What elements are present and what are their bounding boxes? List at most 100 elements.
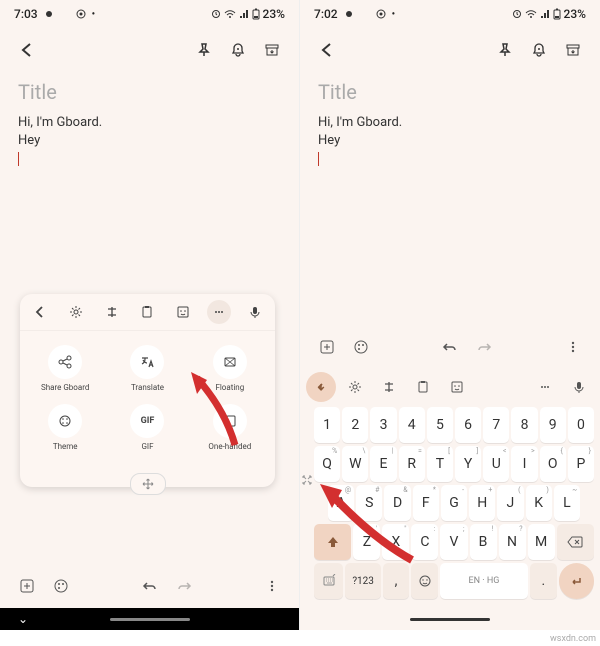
nav-pill[interactable] — [410, 618, 490, 621]
clipboard-icon[interactable] — [408, 372, 438, 402]
key-e[interactable]: E| — [370, 446, 396, 482]
pin-button[interactable] — [488, 33, 522, 67]
key-m[interactable]: M — [528, 524, 555, 560]
dot-separator: • — [392, 9, 396, 20]
text-cursor — [318, 152, 319, 166]
emoji-key[interactable] — [411, 563, 438, 599]
keyboard-toolbar — [300, 369, 600, 405]
panel-toolbar — [20, 294, 275, 331]
carrier-icon — [76, 9, 86, 19]
palette-button[interactable] — [44, 569, 78, 603]
note-body[interactable]: Title Hi, I'm Gboard. Hey — [0, 72, 299, 177]
key-u[interactable]: U< — [483, 446, 509, 482]
more-button[interactable] — [556, 330, 590, 364]
translate-item[interactable]: Translate — [106, 341, 188, 396]
moon-icon — [360, 9, 370, 19]
key-6[interactable]: 6 — [455, 407, 481, 443]
text-select-icon[interactable] — [100, 300, 124, 324]
period-key[interactable]: . — [530, 563, 557, 599]
key-n[interactable]: N? — [499, 524, 526, 560]
redo-button[interactable] — [167, 569, 201, 603]
key-0[interactable]: 0 — [568, 407, 594, 443]
key-t[interactable]: T[ — [427, 446, 453, 482]
settings-icon[interactable] — [340, 372, 370, 402]
key-c[interactable]: C: — [411, 524, 438, 560]
key-h[interactable]: H+ — [469, 485, 495, 521]
share-gboard-item[interactable]: Share Gboard — [24, 341, 106, 396]
pin-button[interactable] — [187, 33, 221, 67]
key-x[interactable]: X" — [382, 524, 409, 560]
more-options-icon[interactable] — [530, 372, 560, 402]
key-a[interactable]: A@ — [328, 485, 354, 521]
nav-pill[interactable] — [110, 618, 190, 621]
key-3[interactable]: 3 — [370, 407, 396, 443]
key-r[interactable]: R= — [399, 446, 425, 482]
key-5[interactable]: 5 — [427, 407, 453, 443]
reminder-button[interactable] — [522, 33, 556, 67]
key-2[interactable]: 2 — [342, 407, 368, 443]
open-keyboard-key[interactable] — [314, 563, 343, 599]
key-w[interactable]: W\ — [342, 446, 368, 482]
archive-button[interactable] — [255, 33, 289, 67]
add-button[interactable] — [10, 569, 44, 603]
panel-back-button[interactable] — [28, 300, 52, 324]
undo-button[interactable] — [133, 569, 167, 603]
key-7[interactable]: 7 — [483, 407, 509, 443]
backspace-key[interactable] — [557, 524, 594, 560]
sticker-icon[interactable] — [442, 372, 472, 402]
wifi-icon — [224, 9, 236, 19]
floating-item[interactable]: Floating — [189, 341, 271, 396]
key-1[interactable]: 1 — [314, 407, 340, 443]
key-8[interactable]: 8 — [511, 407, 537, 443]
key-j[interactable]: J( — [497, 485, 523, 521]
theme-item[interactable]: Theme — [24, 400, 106, 455]
archive-button[interactable] — [556, 33, 590, 67]
key-q[interactable]: Q% — [314, 446, 340, 482]
gif-item[interactable]: GIF GIF — [106, 400, 188, 455]
comma-key[interactable]: , — [383, 563, 410, 599]
key-g[interactable]: G- — [441, 485, 467, 521]
clipboard-icon[interactable] — [135, 300, 159, 324]
more-options-icon[interactable] — [207, 300, 231, 324]
key-s[interactable]: S# — [356, 485, 382, 521]
key-d[interactable]: D& — [384, 485, 410, 521]
key-9[interactable]: 9 — [540, 407, 566, 443]
mic-icon[interactable] — [243, 300, 267, 324]
space-key[interactable]: EN · HG — [440, 563, 528, 599]
text-select-icon[interactable] — [374, 372, 404, 402]
keyboard-expand-handle[interactable] — [301, 465, 313, 495]
key-p[interactable]: P} — [568, 446, 594, 482]
shift-key[interactable] — [314, 524, 351, 560]
toolbar-expand-button[interactable] — [306, 372, 336, 402]
sticker-icon[interactable] — [171, 300, 195, 324]
title-placeholder[interactable]: Title — [18, 80, 281, 104]
battery-icon — [252, 8, 260, 20]
redo-button[interactable] — [467, 330, 501, 364]
undo-button[interactable] — [433, 330, 467, 364]
title-placeholder[interactable]: Title — [318, 80, 582, 104]
drag-handle[interactable] — [20, 461, 275, 487]
mic-icon[interactable] — [564, 372, 594, 402]
enter-key[interactable] — [559, 563, 594, 599]
one-handed-item[interactable]: One-handed — [189, 400, 271, 455]
key-y[interactable]: Y] — [455, 446, 481, 482]
note-body[interactable]: Title Hi, I'm Gboard. Hey — [300, 72, 600, 177]
reminder-button[interactable] — [221, 33, 255, 67]
key-v[interactable]: V; — [440, 524, 467, 560]
key-z[interactable]: Z' — [353, 524, 380, 560]
nav-chevron-icon[interactable]: ⌄ — [18, 612, 28, 626]
back-button[interactable] — [10, 33, 44, 67]
symbols-key[interactable]: ?123 — [345, 563, 380, 599]
key-k[interactable]: K) — [526, 485, 552, 521]
more-button[interactable] — [255, 569, 289, 603]
settings-icon[interactable] — [64, 300, 88, 324]
back-button[interactable] — [310, 33, 344, 67]
key-4[interactable]: 4 — [399, 407, 425, 443]
key-f[interactable]: F* — [413, 485, 439, 521]
key-b[interactable]: B! — [470, 524, 497, 560]
add-button[interactable] — [310, 330, 344, 364]
key-o[interactable]: O{ — [540, 446, 566, 482]
key-l[interactable]: L~ — [554, 485, 580, 521]
palette-button[interactable] — [344, 330, 378, 364]
key-i[interactable]: I> — [511, 446, 537, 482]
